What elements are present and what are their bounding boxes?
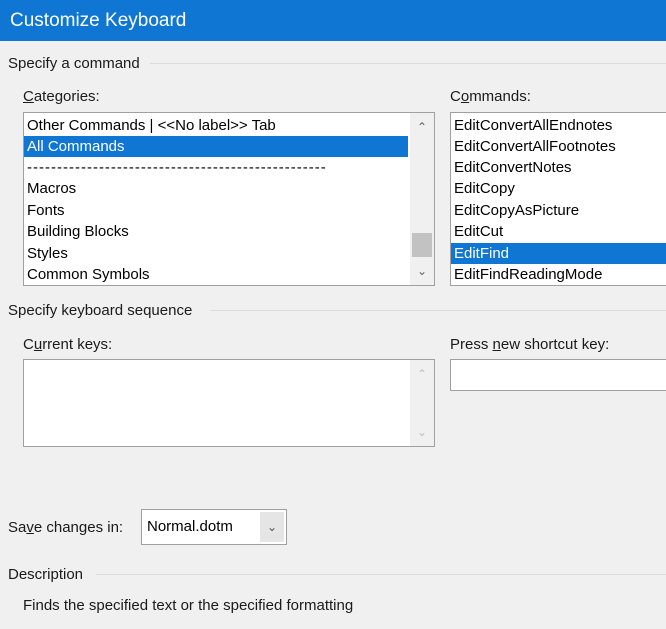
list-item-selected[interactable]: All Commands [24,136,408,157]
list-item[interactable]: Fonts [27,200,65,221]
chevron-down-icon[interactable]: ⌄ [260,512,284,542]
group-divider [150,63,666,64]
new-shortcut-input[interactable] [450,359,666,391]
current-keys-label: Current keys: [23,336,113,353]
list-item[interactable]: EditConvertAllFootnotes [454,136,616,157]
chevron-up-icon[interactable]: ⌃ [410,362,434,386]
title-bar: Customize Keyboard [0,0,666,41]
list-item[interactable]: Styles [27,243,68,264]
group-heading-command: Specify a command [8,55,146,72]
chevron-down-icon[interactable]: ⌄ [410,259,434,283]
categories-listbox[interactable]: Other Commands | <<No label>> Tab All Co… [23,112,435,286]
save-changes-label: Save changes in: [8,519,124,536]
commands-label: Commands: [450,88,531,105]
list-item-selected[interactable]: EditFind [451,243,666,264]
group-heading-keyboard: Specify keyboard sequence [8,302,199,319]
current-keys-listbox[interactable]: ⌃ ⌄ [23,359,435,447]
list-separator[interactable]: ----------------------------------------… [27,157,377,178]
list-item[interactable]: EditConvertAllEndnotes [454,115,612,136]
scrollbar-thumb[interactable] [412,233,432,257]
current-keys-scrollbar[interactable]: ⌃ ⌄ [410,360,434,446]
categories-scrollbar[interactable]: ⌃ ⌄ [410,113,434,285]
list-item[interactable]: Macros [27,178,76,199]
list-item[interactable]: EditCut [454,221,503,242]
group-heading-description: Description [8,566,90,583]
list-item[interactable]: Other Commands | <<No label>> Tab [27,115,276,136]
list-item[interactable]: EditCopyAsPicture [454,200,579,221]
list-item[interactable]: EditConvertNotes [454,157,572,178]
list-item[interactable]: EditFindReadingMode [454,264,602,285]
list-item[interactable]: EditCopy [454,178,515,199]
save-changes-dropdown[interactable]: Normal.dotm ⌄ [141,509,287,545]
save-changes-value: Normal.dotm [147,518,233,535]
chevron-down-icon[interactable]: ⌄ [410,420,434,444]
list-item[interactable]: Building Blocks [27,221,129,242]
new-shortcut-label: Press new shortcut key: [450,336,610,353]
description-text: Finds the specified text or the specifie… [23,597,354,614]
window-title: Customize Keyboard [10,10,187,31]
group-divider [96,574,666,575]
chevron-up-icon[interactable]: ⌃ [410,115,434,139]
list-item[interactable]: Common Symbols [27,264,150,285]
commands-listbox[interactable]: EditConvertAllEndnotes EditConvertAllFoo… [450,112,666,286]
categories-label: Categories: [23,88,100,105]
group-divider [210,310,666,311]
